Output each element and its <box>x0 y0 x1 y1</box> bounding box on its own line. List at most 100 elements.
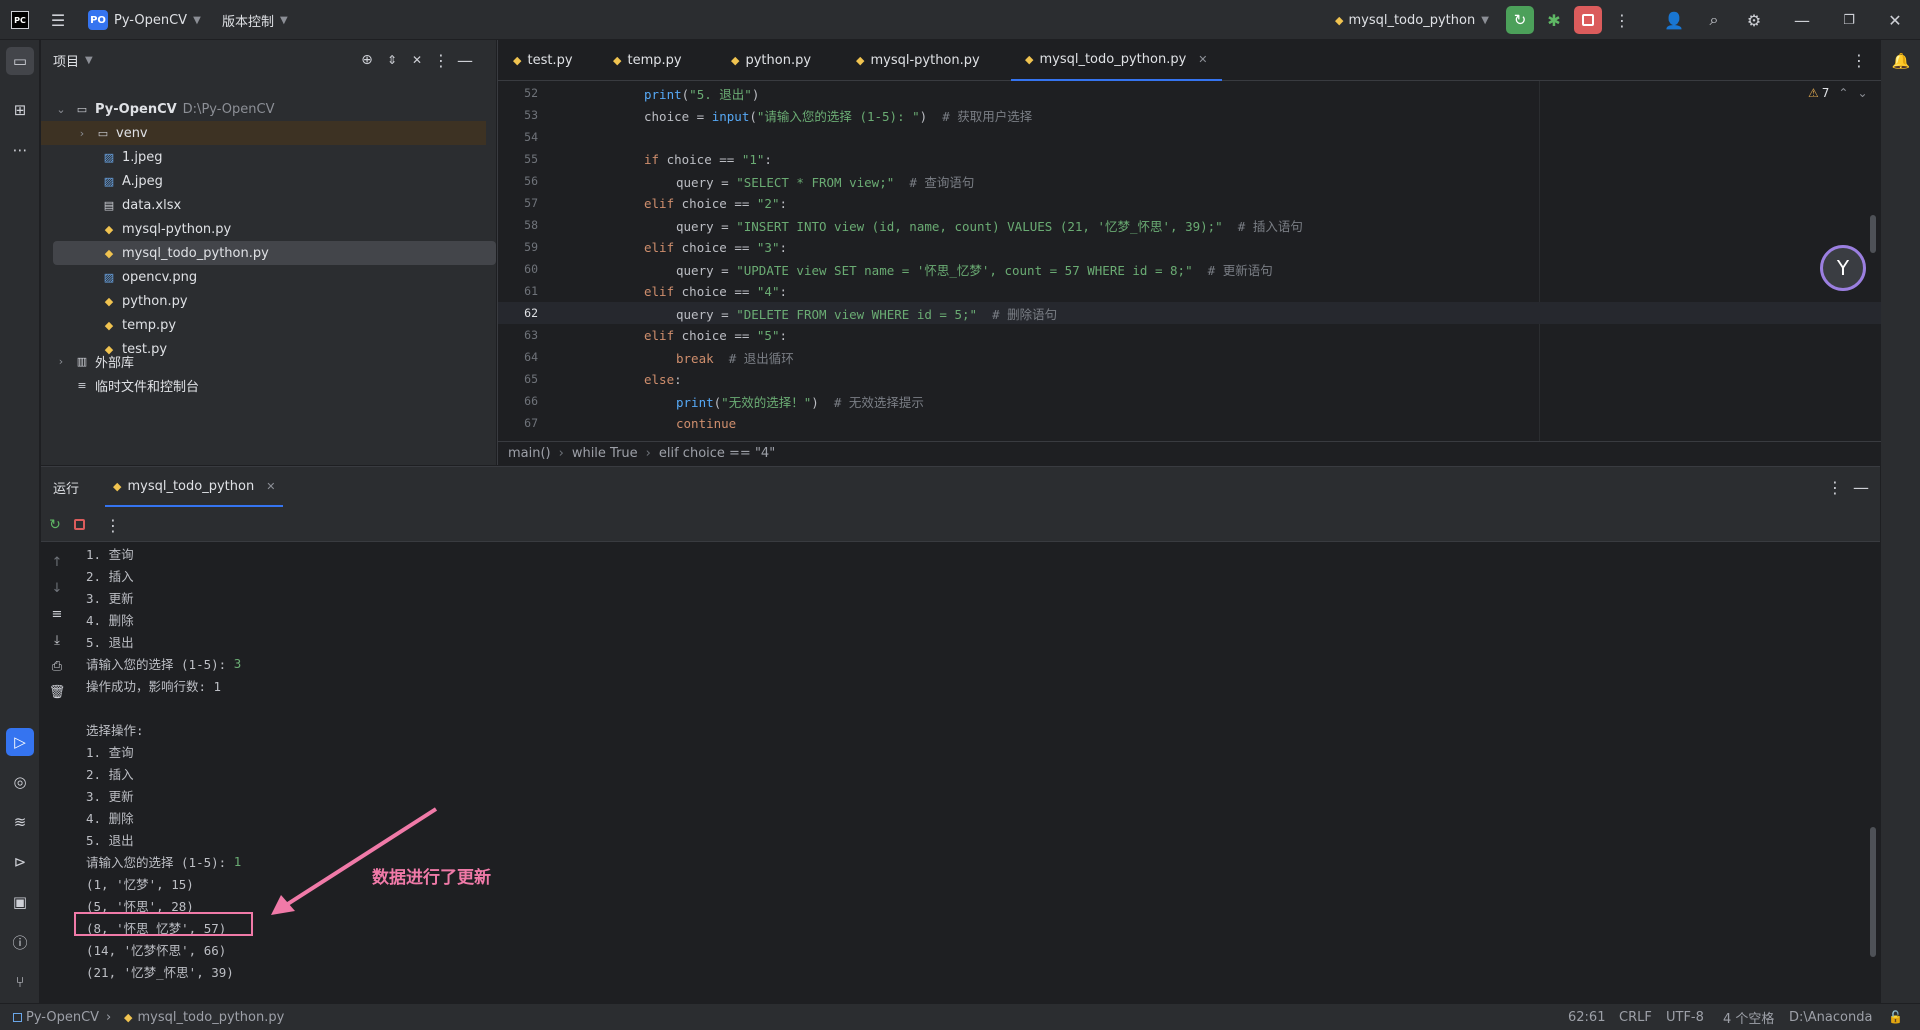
code-line[interactable]: 52 print("5. 退出") <box>498 82 1881 104</box>
editor-tab[interactable]: ◆ temp.py <box>613 40 682 81</box>
tree-item[interactable]: ▨ 1.jpeg <box>41 145 486 169</box>
code-line[interactable]: 58 query = "INSERT INTO view (id, name, c… <box>498 214 1881 236</box>
hide-panel-icon[interactable]: — <box>451 46 479 74</box>
search-icon[interactable]: ⌕ <box>1700 6 1728 34</box>
soft-wrap-icon[interactable]: ≡ <box>43 600 71 628</box>
rerun-icon[interactable]: ↻ <box>41 511 69 539</box>
code-text: query = "SELECT * FROM view;" # 查询语句 <box>676 174 975 190</box>
editor-tab[interactable]: ◆ mysql-python.py <box>856 40 980 81</box>
tabs-more-icon[interactable]: ⋮ <box>1845 46 1873 74</box>
editor-tab[interactable]: ◆ python.py <box>731 40 811 81</box>
run-tab-active[interactable]: ◆ mysql_todo_python ✕ <box>105 467 284 507</box>
file-encoding[interactable]: UTF-8 <box>1666 1010 1704 1025</box>
scroll-down-icon[interactable]: ↓ <box>43 574 71 602</box>
breadcrumb-item[interactable]: main() <box>508 446 551 461</box>
cursor-position[interactable]: 62:61 <box>1568 1010 1605 1025</box>
breadcrumb-item[interactable]: elif choice == "4" <box>659 446 775 461</box>
tree-item-label: temp.py <box>122 317 177 333</box>
tree-root[interactable]: ⌄ ▭ Py-OpenCV D:\Py-OpenCV <box>53 97 274 121</box>
project-folder-icon[interactable]: ▭ <box>6 47 34 75</box>
scroll-to-end-icon[interactable]: ⤓ <box>43 626 71 654</box>
status-file[interactable]: ◆ mysql_todo_python.py <box>124 1010 284 1025</box>
more-tools-icon[interactable]: ⋯ <box>6 136 34 164</box>
scroll-up-icon[interactable]: ↑ <box>43 548 71 576</box>
code-line[interactable]: 54 <box>498 126 1881 148</box>
run-options-icon[interactable]: ⋮ <box>1821 473 1849 501</box>
locate-icon[interactable]: ⊕ <box>353 46 381 74</box>
code-line[interactable]: 55 if choice == "1": <box>498 148 1881 170</box>
tree-item[interactable]: › ▭ venv <box>41 121 486 145</box>
expand-all-icon[interactable]: ⇕ <box>378 46 406 74</box>
tree-item[interactable]: ◆ mysql_todo_python.py <box>53 241 496 265</box>
code-line[interactable]: 67 continue <box>498 412 1881 434</box>
code-text: query = "DELETE FROM view WHERE id = 5;"… <box>676 306 1058 322</box>
structure-icon[interactable]: ⊞ <box>6 96 34 124</box>
interpreter[interactable]: D:\Anaconda <box>1789 1010 1872 1025</box>
close-tab-icon[interactable]: ✕ <box>266 480 275 493</box>
library-icon: ▥ <box>76 354 88 368</box>
editor-tab[interactable]: ◆ mysql_todo_python.py ✕ <box>1011 40 1222 81</box>
minimize-window-icon[interactable]: — <box>1788 6 1816 34</box>
git-icon[interactable]: ⑂ <box>6 968 34 996</box>
debug-icon[interactable]: ✱ <box>1540 6 1568 34</box>
code-line[interactable]: 57 elif choice == "2": <box>498 192 1881 214</box>
code-line[interactable]: 64 break # 退出循环 <box>498 346 1881 368</box>
code-line[interactable]: 63 elif choice == "5": <box>498 324 1881 346</box>
image-file-icon: ▨ <box>103 150 115 164</box>
scratches-label: 临时文件和控制台 <box>95 379 200 395</box>
problems-icon[interactable]: ⓘ <box>6 928 34 956</box>
terminal-icon[interactable]: ▣ <box>6 888 34 916</box>
tree-scratches[interactable]: ≡ 临时文件和控制台 <box>74 373 199 397</box>
rerun-button[interactable]: ↻ <box>1506 6 1534 34</box>
editor-tab[interactable]: ◆ test.py <box>513 40 573 81</box>
status-project[interactable]: Py-OpenCV <box>13 1010 99 1025</box>
code-line[interactable]: 62 query = "DELETE FROM view WHERE id = 5… <box>498 302 1881 324</box>
tree-external-libraries[interactable]: › ▥ 外部库 <box>53 349 134 373</box>
settings-gear-icon[interactable]: ⚙ <box>1740 6 1768 34</box>
python-console-icon[interactable]: ◎ <box>6 768 34 796</box>
breadcrumb-separator-icon: › <box>106 1009 112 1025</box>
project-panel-title[interactable]: 项目 <box>53 51 79 70</box>
code-line[interactable]: 66 print("无效的选择！") # 无效选择提示 <box>498 390 1881 412</box>
line-separator[interactable]: CRLF <box>1619 1010 1652 1025</box>
services-icon[interactable]: ⊳ <box>6 848 34 876</box>
code-line[interactable]: 61 elif choice == "4": <box>498 280 1881 302</box>
code-line[interactable]: 65 else: <box>498 368 1881 390</box>
add-user-icon[interactable]: 👤 <box>1660 6 1688 34</box>
editor-scrollbar[interactable] <box>1870 215 1876 253</box>
run-config-selector[interactable]: ◆ mysql_todo_python ▼ <box>1335 0 1489 40</box>
tree-item[interactable]: ◆ python.py <box>41 289 486 313</box>
close-tab-icon[interactable]: ✕ <box>1198 53 1207 66</box>
vcs-menu[interactable]: 版本控制 ▼ <box>222 0 288 40</box>
breadcrumb-item[interactable]: while True <box>572 446 638 461</box>
restore-window-icon[interactable]: ❐ <box>1835 6 1863 34</box>
lock-icon[interactable]: 🔓 <box>1888 1010 1903 1024</box>
tree-item[interactable]: ▨ opencv.png <box>41 265 486 289</box>
run-tool-icon[interactable]: ▷ <box>6 728 34 756</box>
stop-button[interactable] <box>1574 6 1602 34</box>
notifications-bell-icon[interactable]: 🔔 <box>1887 47 1915 75</box>
tree-item[interactable]: ▨ A.jpeg <box>41 169 486 193</box>
line-number: 53 <box>524 108 538 122</box>
chevron-down-icon: ▼ <box>85 54 93 66</box>
stop-icon[interactable] <box>74 519 85 530</box>
tree-item[interactable]: ▤ data.xlsx <box>41 193 486 217</box>
ai-assistant-avatar[interactable]: Y <box>1820 245 1866 291</box>
trash-icon[interactable]: 🗑 <box>43 678 71 706</box>
close-window-icon[interactable]: ✕ <box>1881 6 1909 34</box>
project-switcher[interactable]: PO Py-OpenCV ▼ <box>88 0 201 40</box>
tree-item[interactable]: ◆ mysql-python.py <box>41 217 486 241</box>
print-icon[interactable]: ⎙ <box>43 652 71 680</box>
code-line[interactable]: 60 query = "UPDATE view SET name = '怀思_忆梦… <box>498 258 1881 280</box>
code-line[interactable]: 53 choice = input("请输入您的选择 (1-5): ") # 获取… <box>498 104 1881 126</box>
indent-setting[interactable]: 4 个空格 <box>1723 1008 1774 1027</box>
hide-run-panel-icon[interactable]: — <box>1847 473 1875 501</box>
console-scrollbar[interactable] <box>1870 827 1876 957</box>
more-actions-icon[interactable]: ⋮ <box>1608 6 1636 34</box>
code-line[interactable]: 56 query = "SELECT * FROM view;" # 查询语句 <box>498 170 1881 192</box>
layers-icon[interactable]: ≋ <box>6 808 34 836</box>
tree-item[interactable]: ◆ temp.py <box>41 313 486 337</box>
run-more-icon[interactable]: ⋮ <box>99 511 127 539</box>
code-line[interactable]: 59 elif choice == "3": <box>498 236 1881 258</box>
main-menu-icon[interactable]: ☰ <box>44 6 72 34</box>
